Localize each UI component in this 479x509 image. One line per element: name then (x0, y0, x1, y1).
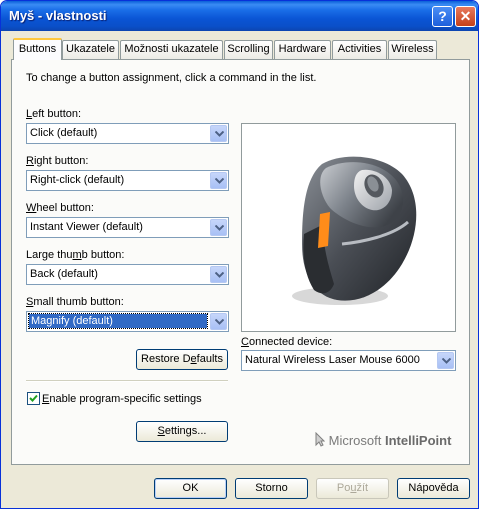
left-button-label: Left button: (26, 108, 82, 120)
instruction-text: To change a button assignment, click a c… (26, 72, 317, 84)
large-thumb-button-value: Back (default) (30, 268, 98, 280)
right-button-label: Right button: (26, 155, 89, 167)
buttons-panel: To change a button assignment, click a c… (11, 59, 470, 465)
chevron-down-icon[interactable] (210, 125, 227, 142)
chevron-down-icon[interactable] (210, 266, 227, 283)
cursor-icon (315, 431, 326, 447)
tab-activities[interactable]: Activities (332, 40, 387, 59)
large-thumb-button-select[interactable]: Back (default) (26, 264, 229, 285)
right-button-value: Right-click (default) (30, 174, 125, 186)
restore-defaults-button[interactable]: Restore Defaults (136, 349, 228, 370)
wheel-button-value: Instant Viewer (default) (30, 221, 143, 233)
mouse-image-frame (241, 123, 456, 332)
mouse-properties-window: Myš - vlastnosti ? ✕ Buttons Ukazatele M… (0, 0, 479, 509)
connected-device-label: Connected device: (241, 336, 333, 348)
settings-button[interactable]: Settings... (136, 421, 228, 442)
checkmark-icon (29, 394, 38, 402)
help-button[interactable]: ? (432, 6, 453, 27)
apply-button[interactable]: Použít (316, 478, 389, 499)
enable-program-specific-checkbox[interactable] (27, 392, 40, 405)
chevron-down-icon[interactable] (210, 219, 227, 236)
tab-moznosti-ukazatele[interactable]: Možnosti ukazatele (120, 40, 223, 59)
large-thumb-button-label: Large thumb button: (26, 249, 125, 261)
tab-scrolling[interactable]: Scrolling (224, 40, 273, 59)
chevron-down-icon[interactable] (210, 172, 227, 189)
wheel-button-label: Wheel button: (26, 202, 94, 214)
tab-ukazatele[interactable]: Ukazatele (62, 40, 119, 59)
chevron-down-icon[interactable] (437, 352, 454, 369)
tab-hardware[interactable]: Hardware (274, 40, 331, 59)
close-button[interactable]: ✕ (455, 6, 476, 27)
tab-buttons[interactable]: Buttons (13, 38, 62, 60)
small-thumb-button-select[interactable]: Magnify (default) (26, 311, 229, 332)
small-thumb-button-label: Small thumb button: (26, 296, 124, 308)
enable-program-specific-label[interactable]: Enable program-specific settings (42, 393, 202, 405)
window-title: Myš - vlastnosti (9, 8, 107, 23)
title-bar[interactable]: Myš - vlastnosti ? ✕ (1, 1, 478, 31)
left-button-select[interactable]: Click (default) (26, 123, 229, 144)
connected-device-select[interactable]: Natural Wireless Laser Mouse 6000 (241, 350, 456, 371)
help-footer-button[interactable]: Nápověda (397, 478, 470, 499)
left-button-value: Click (default) (30, 127, 98, 139)
small-thumb-button-value: Magnify (default) (28, 313, 208, 329)
tab-wireless[interactable]: Wireless (388, 40, 437, 59)
connected-device-value: Natural Wireless Laser Mouse 6000 (245, 354, 420, 366)
cancel-button[interactable]: Storno (235, 478, 308, 499)
wheel-button-select[interactable]: Instant Viewer (default) (26, 217, 229, 238)
intellipoint-logo: Microsoft IntelliPoint (315, 431, 451, 448)
right-button-select[interactable]: Right-click (default) (26, 170, 229, 191)
separator (26, 380, 228, 382)
ok-button[interactable]: OK (154, 478, 227, 499)
mouse-image (292, 156, 417, 305)
chevron-down-icon[interactable] (210, 313, 227, 330)
